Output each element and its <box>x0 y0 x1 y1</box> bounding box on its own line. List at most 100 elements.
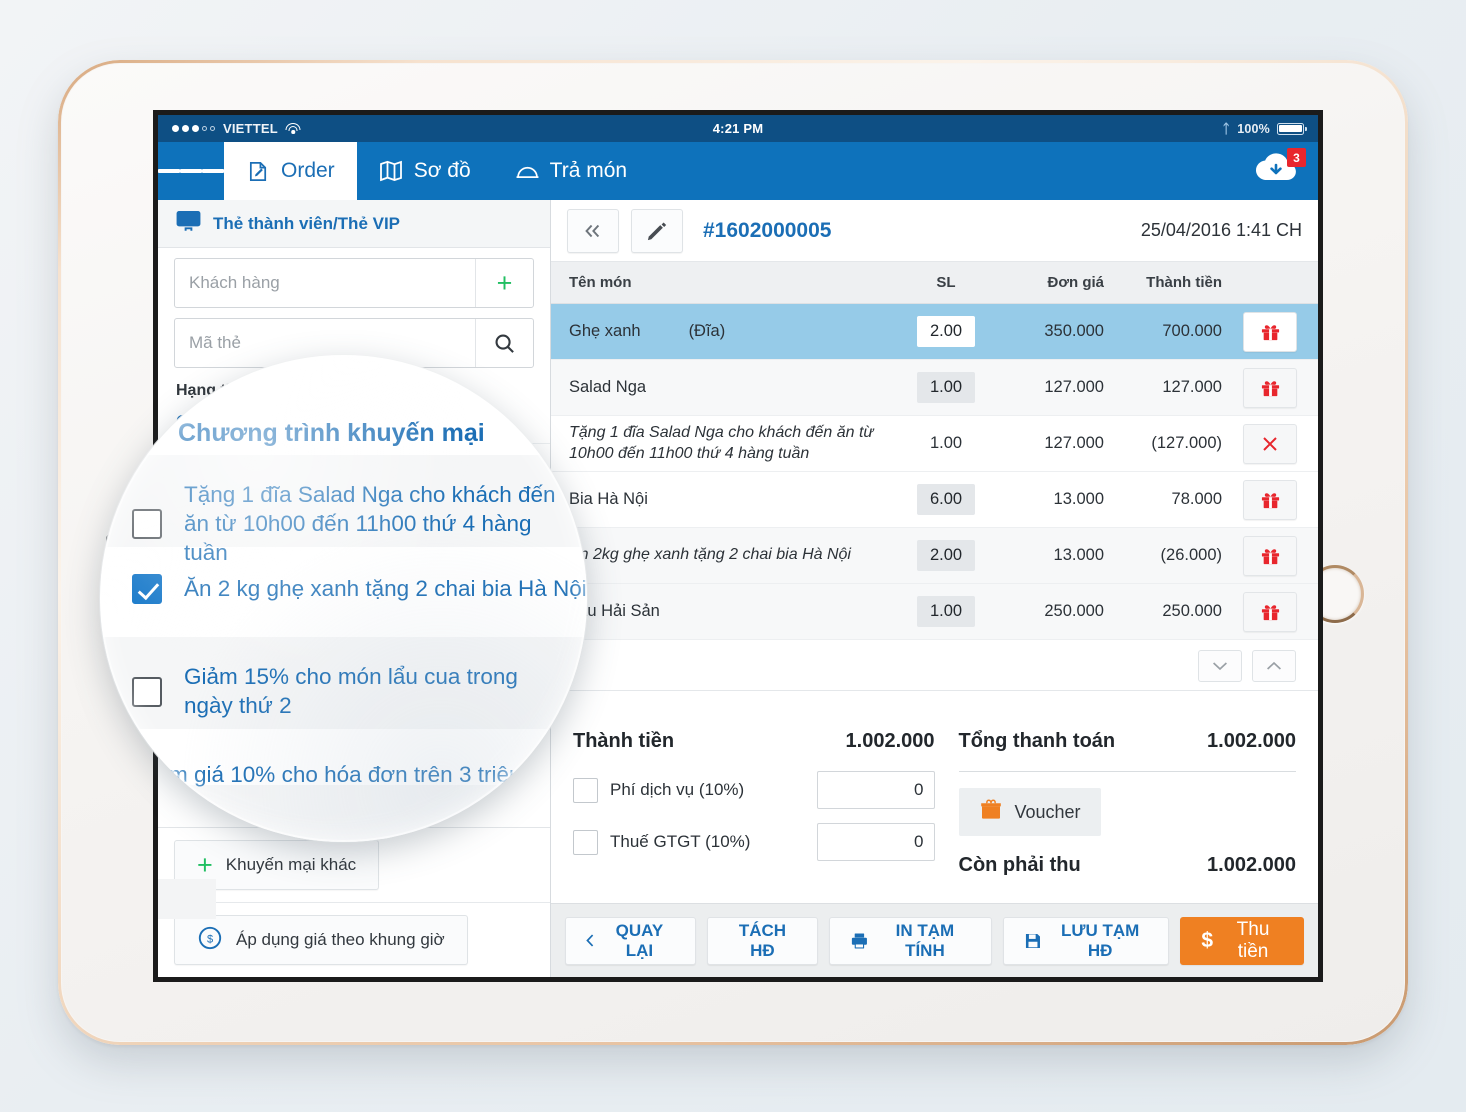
row-total-cell: 127.000 <box>1162 378 1222 396</box>
qty-value: 2.00 <box>917 316 975 347</box>
row-qty-cell[interactable]: 2.00 <box>900 316 992 347</box>
column-header-name: Tên món <box>569 274 632 291</box>
totals-section: Thành tiền 1.002.000 Phí dịch vụ (10%) T… <box>551 708 1318 903</box>
scroll-down-button[interactable] <box>1198 650 1242 682</box>
tab-order[interactable]: Order <box>224 142 357 200</box>
status-bar-left: VIETTEL <box>172 121 301 136</box>
item-name: Ghẹ xanh <box>569 322 641 340</box>
split-invoice-button[interactable]: TÁCH HĐ <box>706 916 818 965</box>
customer-field: + <box>174 258 534 308</box>
action-footer: QUAY LẠI TÁCH HĐ IN TẠM TÍNH LƯU TẠM HĐ … <box>158 879 1318 977</box>
invoice-number: #1602000005 <box>703 218 832 242</box>
pencil-icon <box>647 221 667 240</box>
promotion-label: Giảm 15% cho món lẩu cua trong ngày thứ … <box>184 664 518 718</box>
lens-promotion-item[interactable]: Giảm 15% cho món lẩu cua trong ngày thứ … <box>100 649 587 735</box>
item-name: Ăn 2kg ghẹ xanh tặng 2 chai bia Hà Nội <box>569 546 851 564</box>
row-price-cell: 250.000 <box>1044 602 1104 620</box>
gift-button[interactable] <box>1243 479 1297 520</box>
floppy-disk-icon <box>1025 933 1041 948</box>
save-draft-button[interactable]: LƯU TẠM HĐ <box>1003 916 1170 965</box>
ios-status-bar: VIETTEL 4:21 PM ᛏ 100% <box>158 115 1318 142</box>
row-qty-cell[interactable]: 2.00 <box>900 540 992 571</box>
vat-input[interactable] <box>816 823 935 861</box>
voucher-label: Voucher <box>1014 801 1081 822</box>
subtotal-value: 1.002.000 <box>845 730 935 752</box>
gift-button[interactable] <box>1243 591 1297 632</box>
tab-sodo[interactable]: Sơ đồ <box>357 142 493 200</box>
back-label: QUAY LẠI <box>615 920 664 960</box>
tab-tramon-label: Trả món <box>549 159 628 182</box>
row-total-cell: 700.000 <box>1162 322 1222 340</box>
gift-button[interactable] <box>1243 311 1297 352</box>
row-qty-cell[interactable]: 1.00 <box>900 596 992 627</box>
remove-button[interactable] <box>1243 423 1297 464</box>
gift-button[interactable] <box>1243 535 1297 576</box>
voucher-button[interactable]: Voucher <box>958 788 1101 836</box>
row-total-cell: (26.000) <box>1160 546 1222 564</box>
return-dish-icon <box>515 159 540 184</box>
row-action-cell <box>1222 311 1318 352</box>
footer-ghost-panel <box>158 879 216 919</box>
service-fee-input[interactable] <box>816 771 935 809</box>
row-qty-cell[interactable]: 6.00 <box>900 484 992 515</box>
row-qty-cell[interactable]: 1.00 <box>900 372 992 403</box>
grand-total-row: Tổng thanh toán 1.002.000 <box>959 730 1297 753</box>
cloud-badge-count: 3 <box>1287 148 1306 167</box>
qty-value: 1.00 <box>917 372 975 403</box>
lens-promotion-header: Chương trình khuyến mại <box>178 419 485 447</box>
table-row[interactable]: Bia Hà Nội 6.00 13.000 78.000 <box>551 472 1318 528</box>
promotion-label: Ăn 2 kg ghẹ xanh tặng 2 chai bia Hà Nội <box>184 575 587 601</box>
pay-label: Thu tiền <box>1236 918 1270 962</box>
collect-payment-button[interactable]: $ Thu tiền <box>1180 916 1304 965</box>
row-name-cell: Ăn 2kg ghẹ xanh tặng 2 chai bia Hà Nội <box>551 545 900 565</box>
scroll-up-button[interactable] <box>1252 650 1296 682</box>
tab-tramon[interactable]: Trả món <box>493 142 649 200</box>
gift-icon <box>1261 605 1279 621</box>
customer-input[interactable] <box>175 259 475 307</box>
customer-field-row: + <box>158 248 550 308</box>
voucher-glyph <box>980 798 1001 819</box>
row-name-cell: Lẩu Hải Sản <box>551 602 900 621</box>
status-bar-time: 4:21 PM <box>712 121 764 136</box>
gift-button[interactable] <box>1243 367 1297 408</box>
row-price-cell: 127.000 <box>1044 378 1104 396</box>
magnifier-lens: Chương trình khuyến mại Tặng 1 đĩa Salad… <box>100 355 587 842</box>
cloud-sync-button[interactable]: 3 <box>1254 142 1318 200</box>
gift-icon <box>1261 493 1279 509</box>
row-total-cell: 250.000 <box>1162 602 1222 620</box>
gift-icon <box>1261 549 1279 565</box>
promotion-checkbox[interactable] <box>132 676 162 707</box>
table-row[interactable]: Tặng 1 đĩa Salad Nga cho khách đến ăn từ… <box>551 416 1318 472</box>
print-provisional-button[interactable]: IN TẠM TÍNH <box>829 916 993 965</box>
wifi-icon <box>285 122 301 135</box>
order-panel: #1602000005 25/04/2016 1:41 CH Tên món S… <box>158 200 1318 977</box>
promotion-label: Tặng 1 đĩa Salad Nga cho khách đến ăn từ… <box>184 482 556 565</box>
subtotal-row: Thành tiền 1.002.000 <box>573 730 935 753</box>
order-table-header: Tên món SL Đơn giá Thành tiền <box>551 262 1318 304</box>
tab-sodo-label: Sơ đồ <box>413 159 471 182</box>
due-row: Còn phải thu 1.002.000 <box>959 854 1297 877</box>
dollar-icon: $ <box>1201 928 1214 952</box>
table-row[interactable]: Ghẹ xanh (Đĩa) 2.00 350.000 700.000 <box>551 304 1318 360</box>
table-row[interactable]: Ăn 2kg ghẹ xanh tặng 2 chai bia Hà Nội 2… <box>551 528 1318 584</box>
lens-promotion-item[interactable]: Giảm giá 10% cho hóa đơn trên 3 triệu <box>100 747 587 804</box>
member-card-header[interactable]: Thẻ thành viên/Thẻ VIP <box>158 200 550 248</box>
back-button[interactable]: QUAY LẠI <box>565 916 696 965</box>
order-table-body: Ghẹ xanh (Đĩa) 2.00 350.000 700.000 Sala… <box>551 304 1318 708</box>
table-row[interactable]: Salad Nga 1.00 127.000 127.000 <box>551 360 1318 416</box>
apply-time-price-button[interactable]: $ Áp dụng giá theo khung giờ <box>174 915 468 965</box>
row-name-cell: Tặng 1 đĩa Salad Nga cho khách đến ăn từ… <box>551 423 900 464</box>
column-header-price: Đơn giá <box>1047 274 1105 291</box>
promotion-checkbox[interactable] <box>132 574 162 604</box>
table-row[interactable]: Lẩu Hải Sản 1.00 250.000 250.000 <box>551 584 1318 640</box>
add-customer-button[interactable]: + <box>475 259 533 307</box>
lens-promotion-item[interactable]: Ăn 2 kg ghẹ xanh tặng 2 chai bia Hà Nội <box>100 560 587 618</box>
battery-icon <box>1277 122 1307 135</box>
collapse-panel-button[interactable] <box>567 208 619 253</box>
promotion-checkbox[interactable] <box>132 509 162 540</box>
svg-text:$: $ <box>207 933 213 945</box>
edit-invoice-button[interactable] <box>631 208 683 253</box>
chevron-left-icon <box>586 934 594 947</box>
hamburger-menu-icon[interactable] <box>158 142 224 200</box>
gift-icon <box>1261 325 1279 341</box>
